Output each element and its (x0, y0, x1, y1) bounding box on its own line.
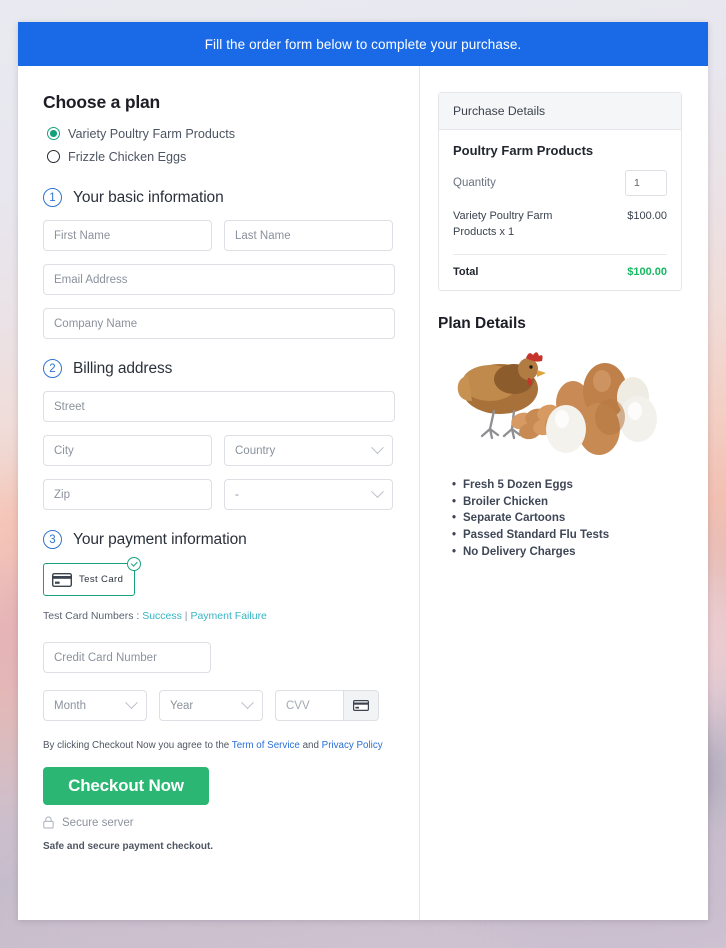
success-card-link[interactable]: Success (142, 610, 182, 622)
email-input[interactable]: Email Address (43, 264, 395, 295)
plan-options-group: Variety Poultry Farm Products Frizzle Ch… (47, 122, 395, 168)
chevron-down-icon (371, 485, 384, 499)
street-row: Street (43, 391, 395, 422)
total-row: Total $100.00 (453, 255, 667, 278)
order-form-column: Choose a plan Variety Poultry Farm Produ… (18, 66, 420, 920)
banner-text: Fill the order form below to complete yo… (204, 36, 522, 52)
plan-feature-item: Fresh 5 Dozen Eggs (452, 477, 688, 494)
step-title: Your payment information (73, 530, 247, 548)
secure-server-label: Secure server (62, 816, 134, 829)
card-number-row: Credit Card Number (43, 635, 395, 673)
safe-checkout-note: Safe and secure payment checkout. (43, 841, 214, 852)
cvv-field-group: CVV (275, 690, 379, 721)
city-country-row: City Country (43, 435, 395, 466)
plan-feature-item: Passed Standard Flu Tests (452, 527, 688, 544)
expiry-month-select[interactable]: Month (43, 690, 147, 721)
credit-card-icon (52, 572, 72, 587)
step-billing-address: 2 Billing address (43, 359, 395, 378)
country-select[interactable]: Country (224, 435, 393, 466)
credit-card-number-input[interactable]: Credit Card Number (43, 642, 211, 673)
quantity-label: Quantity (453, 177, 496, 189)
plan-feature-item: Broiler Chicken (452, 494, 688, 511)
quantity-row: Quantity 1 (453, 170, 667, 196)
credit-card-icon (353, 700, 369, 711)
line-item-row: Variety Poultry Farm Products x 1 $100.0… (453, 209, 667, 255)
total-amount: $100.00 (627, 265, 667, 278)
expiry-year-select[interactable]: Year (159, 690, 263, 721)
radio-icon[interactable] (47, 150, 60, 163)
checkout-card: Fill the order form below to complete yo… (18, 22, 708, 920)
step-title: Your basic information (73, 188, 224, 206)
plan-option-label: Frizzle Chicken Eggs (68, 149, 187, 164)
company-row: Company Name (43, 308, 395, 339)
test-card-prefix: Test Card Numbers : (43, 610, 143, 622)
purchase-details-title: Purchase Details (439, 93, 681, 130)
quantity-input[interactable]: 1 (625, 170, 667, 196)
plan-feature-item: No Delivery Charges (452, 544, 688, 561)
test-card-numbers-hint: Test Card Numbers : Success | Payment Fa… (43, 610, 395, 622)
terms-middle: and (299, 740, 322, 751)
state-select[interactable]: - (224, 479, 393, 510)
company-name-input[interactable]: Company Name (43, 308, 395, 339)
test-card-payment-method[interactable]: Test Card (43, 557, 141, 596)
expiry-month-value: Month (54, 699, 86, 712)
name-row: First Name Last Name (43, 220, 395, 251)
step-number-badge: 3 (43, 530, 62, 549)
purchase-details-body: Poultry Farm Products Quantity 1 Variety… (439, 130, 681, 290)
line-item-amount: $100.00 (627, 210, 667, 222)
step-title: Billing address (73, 359, 173, 377)
instruction-banner: Fill the order form below to complete yo… (18, 22, 708, 66)
expiry-cvv-row: Month Year CVV (43, 690, 395, 721)
checkout-body: Choose a plan Variety Poultry Farm Produ… (18, 66, 708, 920)
product-title: Poultry Farm Products (453, 143, 594, 158)
chevron-down-icon (241, 696, 254, 710)
email-row: Email Address (43, 264, 395, 295)
plan-details-heading: Plan Details (438, 314, 526, 332)
privacy-policy-link[interactable]: Privacy Policy (322, 740, 383, 751)
check-circle-icon (127, 557, 141, 571)
lock-icon (43, 816, 54, 829)
checkout-now-button[interactable]: Checkout Now (43, 767, 209, 805)
state-select-value: - (235, 488, 239, 501)
line-item-name: Variety Poultry Farm Products x 1 (453, 210, 553, 238)
choose-plan-heading: Choose a plan (43, 92, 161, 112)
payment-failure-card-link[interactable]: Payment Failure (190, 610, 266, 622)
cvv-input[interactable]: CVV (276, 691, 343, 720)
secure-server-notice: Secure server (43, 816, 395, 829)
country-select-value: Country (235, 444, 276, 457)
city-input[interactable]: City (43, 435, 212, 466)
chicken-and-eggs-illustration (457, 352, 657, 455)
total-label: Total (453, 265, 479, 278)
purchase-details-panel: Purchase Details Poultry Farm Products Q… (438, 92, 682, 291)
step-basic-information: 1 Your basic information (43, 188, 395, 207)
zip-state-row: Zip - (43, 479, 395, 510)
street-input[interactable]: Street (43, 391, 395, 422)
chevron-down-icon (371, 441, 384, 455)
cvv-help-button[interactable] (343, 691, 378, 720)
plan-option-label: Variety Poultry Farm Products (68, 126, 236, 141)
radio-icon-selected[interactable] (47, 127, 60, 140)
plan-feature-item: Separate Cartoons (452, 510, 688, 527)
step-payment-information: 3 Your payment information (43, 530, 395, 549)
payment-method-label: Test Card (79, 574, 124, 585)
plan-hero-image (442, 345, 672, 463)
plan-option-variety-poultry[interactable]: Variety Poultry Farm Products (47, 122, 395, 145)
step-number-badge: 1 (43, 188, 62, 207)
expiry-year-value: Year (170, 699, 194, 712)
chevron-down-icon (125, 696, 138, 710)
step-number-badge: 2 (43, 359, 62, 378)
terms-prefix: By clicking Checkout Now you agree to th… (43, 740, 232, 751)
plan-features-list: Fresh 5 Dozen Eggs Broiler Chicken Separ… (452, 477, 688, 560)
terms-agreement-text: By clicking Checkout Now you agree to th… (43, 740, 395, 751)
term-of-service-link[interactable]: Term of Service (232, 740, 300, 751)
zip-input[interactable]: Zip (43, 479, 212, 510)
plan-option-frizzle-eggs[interactable]: Frizzle Chicken Eggs (47, 145, 395, 168)
last-name-input[interactable]: Last Name (224, 220, 393, 251)
first-name-input[interactable]: First Name (43, 220, 212, 251)
summary-column: Purchase Details Poultry Farm Products Q… (420, 66, 708, 920)
